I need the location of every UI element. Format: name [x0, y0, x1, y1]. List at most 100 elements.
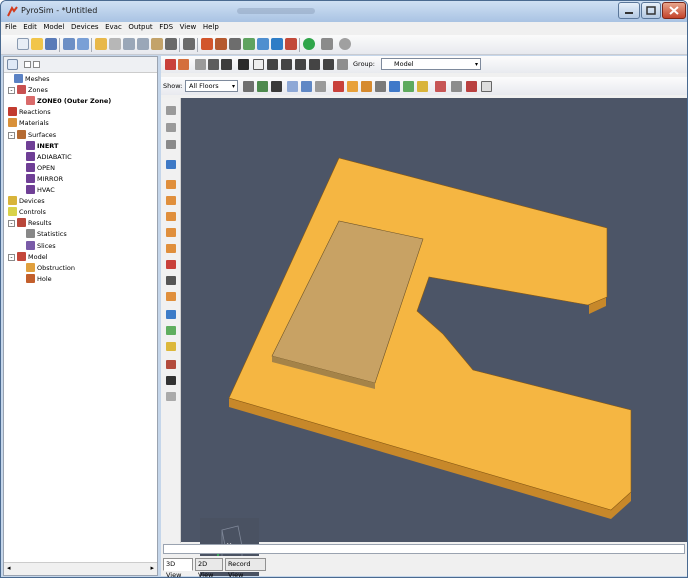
show-devices-icon[interactable] [315, 81, 326, 92]
scroll-right-icon[interactable]: ▸ [150, 564, 154, 572]
view-mode-icon[interactable] [165, 59, 176, 70]
tree-item-hole[interactable]: Hole [26, 273, 52, 285]
scroll-left-icon[interactable]: ◂ [7, 564, 11, 572]
3d-view-canvas[interactable]: X Y Z [181, 98, 687, 576]
menu-devices[interactable]: Devices [67, 22, 99, 31]
stair-draw-icon[interactable] [166, 292, 176, 301]
tree-item-zones[interactable]: - Zones [8, 85, 48, 96]
more-tools-icon[interactable] [166, 392, 176, 401]
floor-select[interactable]: All Floors ▾ [185, 80, 238, 92]
sprinkler-draw-icon[interactable] [166, 326, 176, 335]
tree-item-reactions[interactable]: Reactions [8, 107, 51, 118]
tree-item-adiabatic[interactable]: ADIABATIC [26, 151, 72, 163]
collapse-toggle-icon[interactable]: - [8, 87, 15, 95]
show-tc-icon[interactable] [389, 81, 400, 92]
hole-draw-icon[interactable] [166, 260, 176, 269]
new-file-icon[interactable] [17, 38, 29, 50]
mesh-tool-icon[interactable] [215, 38, 227, 50]
render-mode2-icon[interactable] [208, 59, 219, 70]
menu-file[interactable]: File [1, 22, 17, 31]
run-simulation-icon[interactable] [303, 38, 315, 50]
show-slices-icon[interactable] [375, 81, 386, 92]
render-mode3-icon[interactable] [221, 59, 232, 70]
zone-draw-icon[interactable] [166, 160, 176, 169]
tree-item-open[interactable]: OPEN [26, 162, 55, 174]
close-button[interactable] [662, 2, 686, 19]
stop-icon[interactable] [321, 38, 333, 50]
tree-item-mirror[interactable]: MIRROR [26, 173, 63, 185]
tab-record-view[interactable]: Record View [225, 558, 266, 577]
paste-icon[interactable] [151, 38, 163, 50]
tree-item-controls[interactable]: Controls [8, 207, 46, 218]
grid-draw-icon[interactable] [166, 123, 176, 132]
tree-item-surfaces[interactable]: - Surfaces [8, 129, 56, 141]
slab-draw-icon[interactable] [166, 180, 176, 189]
expand-all-icon[interactable] [33, 61, 40, 68]
tab-2d-view[interactable]: 2D View [195, 558, 223, 577]
results-tool-icon[interactable] [285, 38, 297, 50]
minimize-button[interactable] [618, 2, 640, 19]
zoom-tool-icon[interactable] [295, 59, 306, 70]
tree-item-obstruction[interactable]: Obstruction [26, 262, 75, 274]
collapse-toggle-icon[interactable]: - [8, 253, 15, 261]
tree-item-zone0-outer-zone[interactable]: ZONE0 (Outer Zone) [26, 96, 111, 107]
delete-icon[interactable] [165, 38, 177, 50]
menu-output[interactable]: Output [124, 22, 152, 31]
mesh-draw-icon[interactable] [166, 140, 176, 149]
collapse-all-icon[interactable] [24, 61, 31, 68]
cut-icon[interactable] [123, 38, 135, 50]
tree-item-devices[interactable]: Devices [8, 196, 45, 207]
menu-evac[interactable]: Evac [101, 22, 122, 31]
navigation-view-icon[interactable] [7, 59, 18, 70]
show-holes-icon[interactable] [347, 81, 358, 92]
import-icon[interactable] [63, 38, 75, 50]
collapse-toggle-icon[interactable]: - [8, 131, 15, 139]
paint-icon[interactable] [166, 360, 176, 369]
show-sprinklers-icon[interactable] [403, 81, 414, 92]
tc-icon[interactable] [271, 38, 283, 50]
copy-icon[interactable] [137, 38, 149, 50]
orbit-tool-icon[interactable] [253, 59, 264, 70]
show-zones-icon[interactable] [301, 81, 312, 92]
command-input[interactable] [163, 544, 685, 554]
ar-icon[interactable] [481, 81, 492, 92]
roam-tool-icon[interactable] [267, 59, 278, 70]
show-vents-icon[interactable] [361, 81, 372, 92]
show-statistics-icon[interactable] [451, 81, 462, 92]
tree-item-meshes[interactable]: Meshes [14, 74, 50, 85]
tree-item-materials[interactable]: Materials [8, 118, 49, 129]
export-icon[interactable] [77, 38, 89, 50]
horizontal-scrollbar[interactable]: ◂ ▸ [4, 562, 157, 575]
collapse-toggle-icon[interactable]: - [8, 220, 15, 228]
maximize-button[interactable] [641, 2, 661, 19]
floor-option-icon[interactable] [243, 81, 254, 92]
pan-tool-icon[interactable] [281, 59, 292, 70]
fire-icon[interactable] [201, 38, 213, 50]
tree-item-statistics[interactable]: Statistics [26, 229, 67, 240]
show-heat-icon[interactable] [417, 81, 428, 92]
tree-item-slices[interactable]: Slices [26, 240, 56, 252]
device-tool-icon[interactable] [257, 38, 269, 50]
menu-edit[interactable]: Edit [19, 22, 37, 31]
room-draw-icon[interactable] [166, 228, 176, 237]
menu-view[interactable]: View [176, 22, 197, 31]
background-image-icon[interactable] [257, 81, 268, 92]
eyedropper-icon[interactable] [166, 376, 176, 385]
view-mode2-icon[interactable] [178, 59, 189, 70]
wall-draw-icon[interactable] [166, 196, 176, 205]
properties-icon[interactable] [183, 38, 195, 50]
smokeview-icon[interactable] [339, 38, 351, 50]
zoom-box-icon[interactable] [309, 59, 320, 70]
particle-icon[interactable] [243, 38, 255, 50]
menu-help[interactable]: Help [199, 22, 219, 31]
grid-tool-icon[interactable] [337, 59, 348, 70]
open-folder-icon[interactable] [31, 38, 43, 50]
redo-icon[interactable] [109, 38, 121, 50]
save-icon[interactable] [45, 38, 57, 50]
vent-draw-icon[interactable] [166, 276, 176, 285]
slice-tool-icon[interactable] [229, 38, 241, 50]
show-meshes-icon[interactable] [287, 81, 298, 92]
heat-detector-draw-icon[interactable] [166, 342, 176, 351]
show-particles-icon[interactable] [435, 81, 446, 92]
select-tool-icon[interactable] [238, 59, 249, 70]
